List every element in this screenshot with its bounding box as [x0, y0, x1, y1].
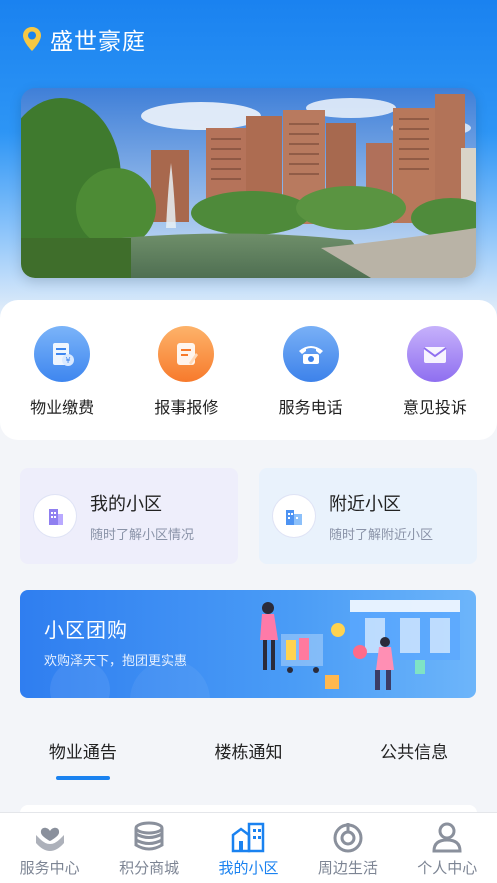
- tabbar-my-community[interactable]: 我的小区: [199, 821, 298, 878]
- tabbar-personal-center[interactable]: 个人中心: [398, 821, 497, 878]
- quick-action-repair[interactable]: 报事报修: [131, 326, 241, 418]
- tab-public-info[interactable]: 公共信息: [354, 730, 474, 790]
- tabbar-label: 积分商城: [119, 859, 180, 877]
- shopping-illustration: [50, 600, 460, 698]
- tabbar-label: 服务中心: [19, 859, 80, 877]
- group-buy-banner[interactable]: 小区团购 欢购泽天下，抱团更实惠: [20, 590, 476, 698]
- quick-action-label: 意见投诉: [402, 398, 467, 417]
- person-icon: [432, 822, 462, 853]
- tabbar-points-mall[interactable]: 积分商城: [100, 821, 199, 878]
- quick-action-label: 报事报修: [154, 398, 219, 417]
- card-title: 附近小区: [329, 493, 401, 515]
- nearby-community-card[interactable]: 附近小区 随时了解附近小区: [259, 468, 477, 564]
- card-title: 我的小区: [90, 493, 162, 515]
- building-icon: [34, 495, 76, 537]
- svg-text:¥: ¥: [66, 356, 71, 365]
- repair-icon: [158, 326, 215, 382]
- tab-building-notice[interactable]: 楼栋通知: [188, 730, 308, 790]
- payment-icon: ¥: [34, 326, 91, 382]
- compass-icon: [333, 823, 363, 853]
- community-title[interactable]: 盛世豪庭: [50, 22, 146, 56]
- promo-title: 小区团购: [44, 618, 128, 642]
- tabbar-label: 个人中心: [417, 859, 478, 877]
- tabbar-label: 我的小区: [218, 859, 279, 877]
- buildings-icon: [273, 495, 315, 537]
- tabbar-nearby-life[interactable]: 周边生活: [298, 821, 397, 878]
- notice-tabs: 物业通告 楼栋通知 公共信息: [0, 730, 497, 790]
- tabbar-label: 周边生活: [317, 859, 378, 877]
- quick-action-label: 物业缴费: [30, 398, 95, 417]
- card-subtitle: 随时了解附近小区: [329, 527, 434, 543]
- tab-property-notice[interactable]: 物业通告: [23, 730, 143, 790]
- header: 盛世豪庭: [22, 22, 146, 56]
- community-icon: [232, 822, 265, 853]
- banner-image[interactable]: [21, 88, 476, 278]
- quick-actions: ¥ 物业缴费 报事报修 服务电话 意见投诉: [0, 300, 497, 440]
- mail-icon: [406, 326, 463, 382]
- location-pin-icon[interactable]: [22, 26, 42, 52]
- bottom-tabbar: 服务中心 积分商城 我的小区 周边生活 个人中心: [0, 812, 497, 883]
- heart-hands-icon: [35, 827, 64, 851]
- community-cards: 我的小区 随时了解小区情况 附近小区 随时了解附近小区: [20, 468, 477, 564]
- quick-action-property-fee[interactable]: ¥ 物业缴费: [7, 326, 117, 418]
- my-community-card[interactable]: 我的小区 随时了解小区情况: [20, 468, 238, 564]
- coins-icon: [134, 821, 164, 851]
- phone-icon: [282, 326, 339, 382]
- promo-subtitle: 欢购泽天下，抱团更实惠: [44, 654, 188, 669]
- card-subtitle: 随时了解小区情况: [90, 527, 195, 543]
- quick-action-label: 服务电话: [278, 398, 343, 417]
- quick-action-complaint[interactable]: 意见投诉: [380, 326, 490, 418]
- tabbar-service-center[interactable]: 服务中心: [0, 821, 99, 878]
- quick-action-service-phone[interactable]: 服务电话: [256, 326, 366, 418]
